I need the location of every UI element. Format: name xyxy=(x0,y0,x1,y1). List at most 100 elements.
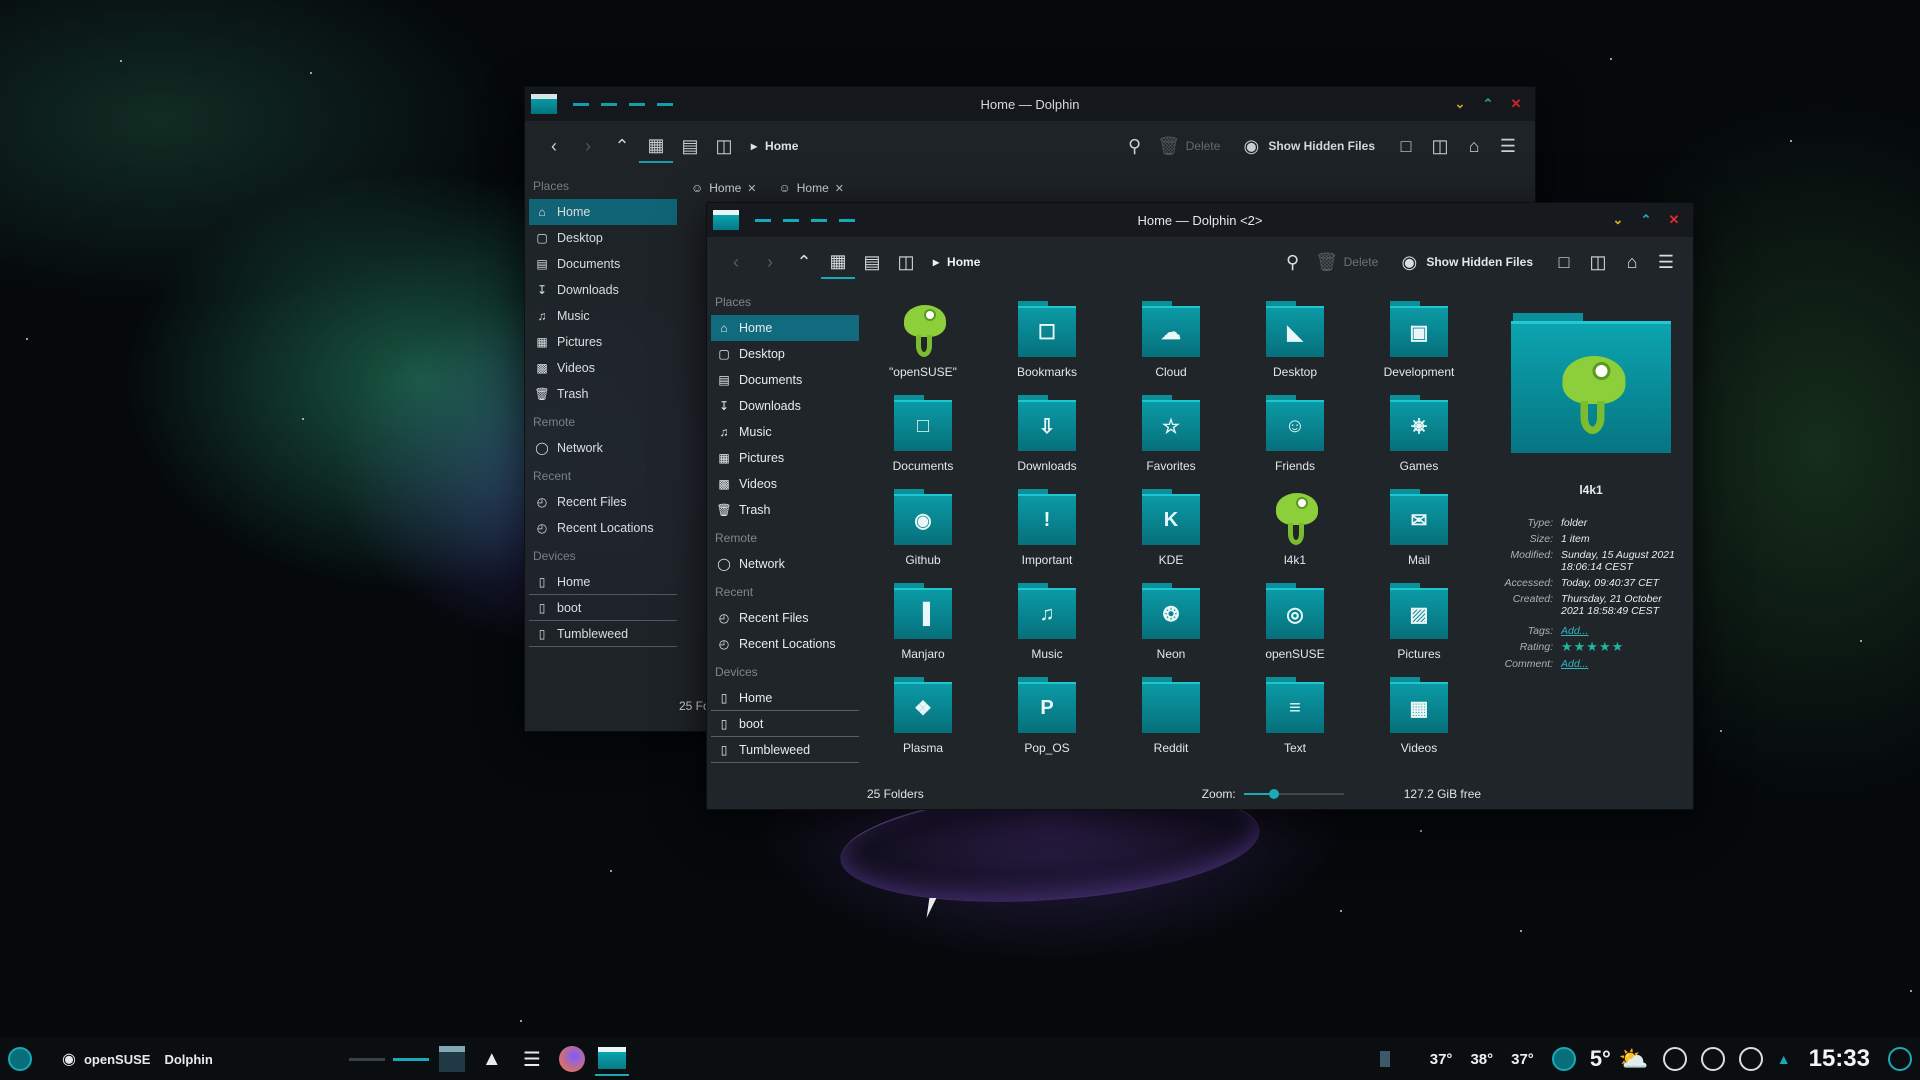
system-settings-icon[interactable]: ☰ xyxy=(515,1042,549,1076)
up-icon[interactable]: ⌃ xyxy=(787,245,821,279)
back-icon[interactable]: ‹ xyxy=(537,129,571,163)
folder-item[interactable]: ☆ Favorites xyxy=(1109,391,1233,481)
opensuse-update-icon[interactable] xyxy=(1551,1047,1576,1071)
place-videos[interactable]: ▩ Videos xyxy=(529,355,677,381)
folder-item[interactable]: "openSUSE" xyxy=(861,297,985,387)
folder-item[interactable]: □ Documents xyxy=(861,391,985,481)
folder-item[interactable]: ◣ Desktop xyxy=(1233,297,1357,387)
weather-icon[interactable]: ⛅ xyxy=(1619,1045,1649,1074)
titlebar[interactable]: Home — Dolphin <2> ⌄ ⌃ ✕ xyxy=(707,203,1693,237)
place-recent-files[interactable]: ◴ Recent Files xyxy=(529,489,677,515)
place-recent-locations[interactable]: ◴ Recent Locations xyxy=(711,631,859,657)
show-hidden-files-button[interactable]: Show Hidden Files xyxy=(1268,139,1375,153)
folder-item[interactable]: ♫ Music xyxy=(985,579,1109,669)
application-launcher-icon[interactable] xyxy=(8,1047,32,1071)
folder-item[interactable]: ≡ Text xyxy=(1233,673,1357,763)
place-home[interactable]: ⌂ Home xyxy=(711,315,859,341)
weather-temp[interactable]: 5° xyxy=(1590,1046,1611,1072)
eye-icon[interactable]: ◉ xyxy=(1392,245,1426,279)
device-tumbleweed[interactable]: ▯ Tumbleweed xyxy=(711,737,859,763)
folder-item[interactable]: ▣ Development xyxy=(1357,297,1481,387)
hamburger-menu-icon[interactable]: ☰ xyxy=(1491,129,1525,163)
place-videos[interactable]: ▩ Videos xyxy=(711,471,859,497)
clock[interactable]: 15:33 xyxy=(1809,1045,1870,1073)
close-button[interactable]: ✕ xyxy=(1663,210,1685,230)
firefox-icon[interactable] xyxy=(555,1042,589,1076)
place-desktop[interactable]: ▢ Desktop xyxy=(711,341,859,367)
pause-icon[interactable] xyxy=(1738,1047,1763,1071)
folder-item[interactable]: ◉ Github xyxy=(861,485,985,575)
minimize-button[interactable]: ⌄ xyxy=(1607,210,1629,230)
delete-button[interactable]: Delete xyxy=(1186,139,1221,153)
upload-icon[interactable] xyxy=(1662,1047,1687,1071)
show-hidden-files-button[interactable]: Show Hidden Files xyxy=(1426,255,1533,269)
tab-home-2[interactable]: ☺ Home ✕ xyxy=(773,179,851,197)
breadcrumb[interactable]: ▸ Home xyxy=(933,255,980,269)
folder-item[interactable]: l4k1 xyxy=(1233,485,1357,575)
place-trash[interactable]: 🗑 Trash xyxy=(529,381,677,407)
tray-expand-icon[interactable]: ▲ xyxy=(1777,1051,1791,1067)
home-icon[interactable]: ⌂ xyxy=(1457,129,1491,163)
place-home[interactable]: ⌂ Home xyxy=(529,199,677,225)
zoom-slider[interactable] xyxy=(1243,787,1344,801)
hamburger-menu-icon[interactable]: ☰ xyxy=(1649,245,1683,279)
place-documents[interactable]: ▤ Documents xyxy=(529,251,677,277)
maximize-button[interactable]: ⌃ xyxy=(1635,210,1657,230)
close-tab-icon[interactable]: ✕ xyxy=(835,182,844,195)
place-recent-files[interactable]: ◴ Recent Files xyxy=(711,605,859,631)
eye-icon[interactable]: ◉ xyxy=(1234,129,1268,163)
search-icon[interactable]: ⚲ xyxy=(1276,245,1310,279)
forward-icon[interactable]: › xyxy=(571,129,605,163)
folder-item[interactable]: ! Important xyxy=(985,485,1109,575)
split-icon[interactable]: ◫ xyxy=(1423,129,1457,163)
place-music[interactable]: ♫ Music xyxy=(529,303,677,329)
add-comment-link[interactable]: Add... xyxy=(1561,658,1588,670)
rating-stars[interactable]: ★★★★★ xyxy=(1561,639,1624,654)
device-tumbleweed[interactable]: ▯ Tumbleweed xyxy=(529,621,677,647)
folder-item[interactable]: Reddit xyxy=(1109,673,1233,763)
device-home[interactable]: ▯ Home xyxy=(529,569,677,595)
dolphin-app-icon[interactable] xyxy=(713,210,739,230)
folder-item[interactable]: ☐ Bookmarks xyxy=(985,297,1109,387)
folder-item[interactable]: ☁ Cloud xyxy=(1109,297,1233,387)
up-icon[interactable]: ⌃ xyxy=(605,129,639,163)
folder-item[interactable]: K KDE xyxy=(1109,485,1233,575)
folder-item[interactable]: ▐ Manjaro xyxy=(861,579,985,669)
dolphin-window-front[interactable]: Home — Dolphin <2> ⌄ ⌃ ✕ ‹ › ⌃ ▦ ▤ ◫ ▸ Ho… xyxy=(706,202,1694,810)
folder-item[interactable]: ⇩ Downloads xyxy=(985,391,1109,481)
breadcrumb[interactable]: ▸ Home xyxy=(751,139,798,153)
details-view-icon[interactable]: ◫ xyxy=(889,245,923,279)
audio-icon[interactable] xyxy=(1700,1047,1725,1071)
select-icon[interactable]: □ xyxy=(1547,245,1581,279)
folder-item[interactable]: ☺ Friends xyxy=(1233,391,1357,481)
back-icon[interactable]: ‹ xyxy=(719,245,753,279)
device-boot[interactable]: ▯ boot xyxy=(711,711,859,737)
place-documents[interactable]: ▤ Documents xyxy=(711,367,859,393)
place-music[interactable]: ♫ Music xyxy=(711,419,859,445)
place-downloads[interactable]: ↧ Downloads xyxy=(711,393,859,419)
inkscape-icon[interactable]: ▲ xyxy=(475,1042,509,1076)
details-view-icon[interactable]: ◫ xyxy=(707,129,741,163)
tab-home-1[interactable]: ☺ Home ✕ xyxy=(685,179,763,197)
device-home[interactable]: ▯ Home xyxy=(711,685,859,711)
split-icon[interactable]: ◫ xyxy=(1581,245,1615,279)
compact-view-icon[interactable]: ▤ xyxy=(673,129,707,163)
compact-view-icon[interactable]: ▤ xyxy=(855,245,889,279)
add-tags-link[interactable]: Add... xyxy=(1561,625,1588,637)
maximize-button[interactable]: ⌃ xyxy=(1477,94,1499,114)
folder-item[interactable]: ◎ openSUSE xyxy=(1233,579,1357,669)
place-recent-locations[interactable]: ◴ Recent Locations xyxy=(529,515,677,541)
select-icon[interactable]: □ xyxy=(1389,129,1423,163)
place-network[interactable]: ◯ Network xyxy=(711,551,859,577)
place-network[interactable]: ◯ Network xyxy=(529,435,677,461)
dolphin-icon[interactable] xyxy=(594,1042,629,1076)
folder-item[interactable]: ❂ Neon xyxy=(1109,579,1233,669)
device-boot[interactable]: ▯ boot xyxy=(529,595,677,621)
folder-item[interactable]: ❖ Plasma xyxy=(861,673,985,763)
minimize-button[interactable]: ⌄ xyxy=(1449,94,1471,114)
icons-view-icon[interactable]: ▦ xyxy=(821,245,855,279)
place-desktop[interactable]: ▢ Desktop xyxy=(529,225,677,251)
search-icon[interactable]: ⚲ xyxy=(1118,129,1152,163)
place-downloads[interactable]: ↧ Downloads xyxy=(529,277,677,303)
desktop-pager-1[interactable] xyxy=(348,1057,385,1061)
